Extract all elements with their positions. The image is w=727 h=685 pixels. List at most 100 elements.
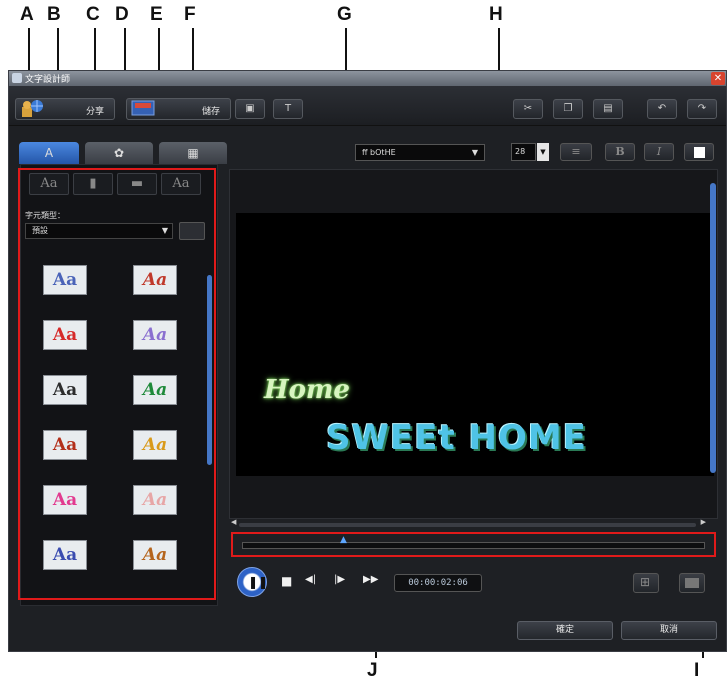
preset-style-11[interactable]: Aa [43,540,87,570]
redo-icon: ↷ [697,103,707,114]
chevron-down-icon: ▼ [161,226,168,235]
safe-zone-button[interactable]: ⊞ [633,573,659,593]
callout-j: J [367,660,378,681]
pause-icon: ❚❚ [248,575,269,589]
font-name-value: ff bOtHE [362,148,396,157]
import-image-button[interactable]: ▣ [235,99,265,119]
title-bar[interactable]: 文字設計師 ✕ [9,71,726,86]
particle-effects-icon: ✿ [113,146,125,160]
insert-text-icon: T [284,103,292,114]
font-size-dropdown[interactable]: ▼ [537,143,549,161]
font-type-label: 字元類型： [25,211,65,220]
preset-style-7[interactable]: Aa [43,430,87,460]
text-properties-icon: A [44,146,54,160]
preset-style-12[interactable]: Aa [133,540,177,570]
preview-vertical-scrollbar-thumb[interactable] [710,183,716,473]
title-designer-window: 文字設計師 ✕ 分享 儲存 ▣ T ✂ ❐ ▤ ↶ ↷ A ✿ ▦ Aa ▮ ▬… [8,70,727,652]
callout-h: H [489,4,503,25]
preset-scrollbar-thumb[interactable] [207,275,212,465]
format-border-button[interactable]: ▬ [117,173,157,195]
paste-button[interactable]: ▤ [593,99,623,119]
share-button[interactable]: 分享 [15,98,115,120]
preset-style-2[interactable]: Aa [133,265,177,295]
tab-particle-effects[interactable]: ✿ [85,142,153,164]
title-text-line-2[interactable]: SWEEt HOME [326,418,587,458]
window-title: 文字設計師 [25,75,71,85]
align-button[interactable]: ≡ [560,143,592,161]
cut-icon: ✂ [523,103,533,114]
app-icon [12,73,22,83]
preset-style-6[interactable]: Aa [133,375,177,405]
font-type-options-button[interactable] [179,222,205,240]
tab-background[interactable]: ▦ [159,142,227,164]
callout-g: G [337,4,352,25]
cut-button[interactable]: ✂ [513,99,543,119]
fast-forward-button[interactable]: ▶▶ [363,574,378,585]
callout-c: C [86,4,100,25]
redo-button[interactable]: ↷ [687,99,717,119]
italic-button[interactable]: I [644,143,674,161]
close-button[interactable]: ✕ [711,72,725,85]
ok-button[interactable]: 確定 [517,621,613,640]
preset-style-1[interactable]: Aa [43,265,87,295]
format-fill-button[interactable]: ▮ [73,173,113,195]
font-type-select[interactable]: 預設 ▼ [25,223,173,239]
text-color-swatch [694,147,705,158]
preset-style-4[interactable]: Aa [133,320,177,350]
format-shadow-button[interactable]: Aa [161,173,201,195]
preset-style-10[interactable]: Aa [133,485,177,515]
format-font-button[interactable]: Aa [29,173,69,195]
copy-button[interactable]: ❐ [553,99,583,119]
format-bar: ff bOtHE ▼ 28 ▼ ≡ B I [230,139,727,169]
full-screen-preview-button[interactable] [679,573,705,593]
tab-text-properties[interactable]: A [19,142,79,164]
bold-button[interactable]: B [605,143,635,161]
scroll-right-icon[interactable]: ▶ [701,518,706,526]
save-button[interactable]: 儲存 [126,98,231,120]
preview-area: Home SWEEt HOME [229,169,718,519]
import-image-icon: ▣ [245,103,255,114]
preview-horizontal-track[interactable] [239,523,696,527]
save-template-icon [131,100,155,116]
top-toolbar: 分享 儲存 ▣ T ✂ ❐ ▤ ↶ ↷ [9,86,726,126]
background-icon: ▦ [187,146,199,160]
pause-button[interactable]: ❚❚ [237,567,269,597]
font-size-field[interactable]: 28 [511,143,536,161]
chevron-down-icon: ▼ [471,148,478,157]
callout-d: D [115,4,129,25]
timeline-playhead[interactable]: ▲ [340,535,347,545]
undo-button[interactable]: ↶ [647,99,677,119]
timeline-slider[interactable]: ▲ [233,534,716,556]
next-frame-button[interactable]: |▶ [334,574,345,585]
callout-b: B [47,4,61,25]
insert-text-button[interactable]: T [273,99,303,119]
callout-a: A [20,4,34,25]
scroll-left-icon[interactable]: ◀ [231,518,236,526]
preset-style-3[interactable]: Aa [43,320,87,350]
title-text-line-1[interactable]: Home [264,375,350,405]
grid-icon: ⊞ [640,575,651,589]
timecode-display[interactable]: 00:00:02:06 [394,574,482,592]
preview-vertical-scrollbar[interactable] [709,175,717,515]
preview-horizontal-scrollbar[interactable]: ◀ ▶ [231,518,706,529]
preset-style-5[interactable]: Aa [43,375,87,405]
share-templates-icon [22,100,43,117]
preset-scrollbar[interactable] [205,255,214,600]
undo-icon: ↶ [657,103,667,114]
stop-button[interactable]: ■ [281,574,292,588]
timeline-track[interactable] [242,542,705,549]
preset-style-9[interactable]: Aa [43,485,87,515]
previous-frame-button[interactable]: ◀| [305,574,316,585]
callout-i: I [694,660,700,681]
playback-controls: ❚❚ ■ ◀| |▶ ▶▶ 00:00:02:06 ⊞ [233,565,713,601]
preview-window[interactable]: Home SWEEt HOME [236,213,714,476]
callout-f: F [184,4,196,25]
paste-icon: ▤ [603,103,613,114]
font-name-select[interactable]: ff bOtHE ▼ [355,144,485,161]
copy-icon: ❐ [563,103,573,114]
monitor-icon [685,578,699,588]
text-color-button[interactable] [684,143,714,161]
cancel-button[interactable]: 取消 [621,621,717,640]
preset-style-8[interactable]: Aa [133,430,177,460]
share-label: 分享 [85,107,104,117]
